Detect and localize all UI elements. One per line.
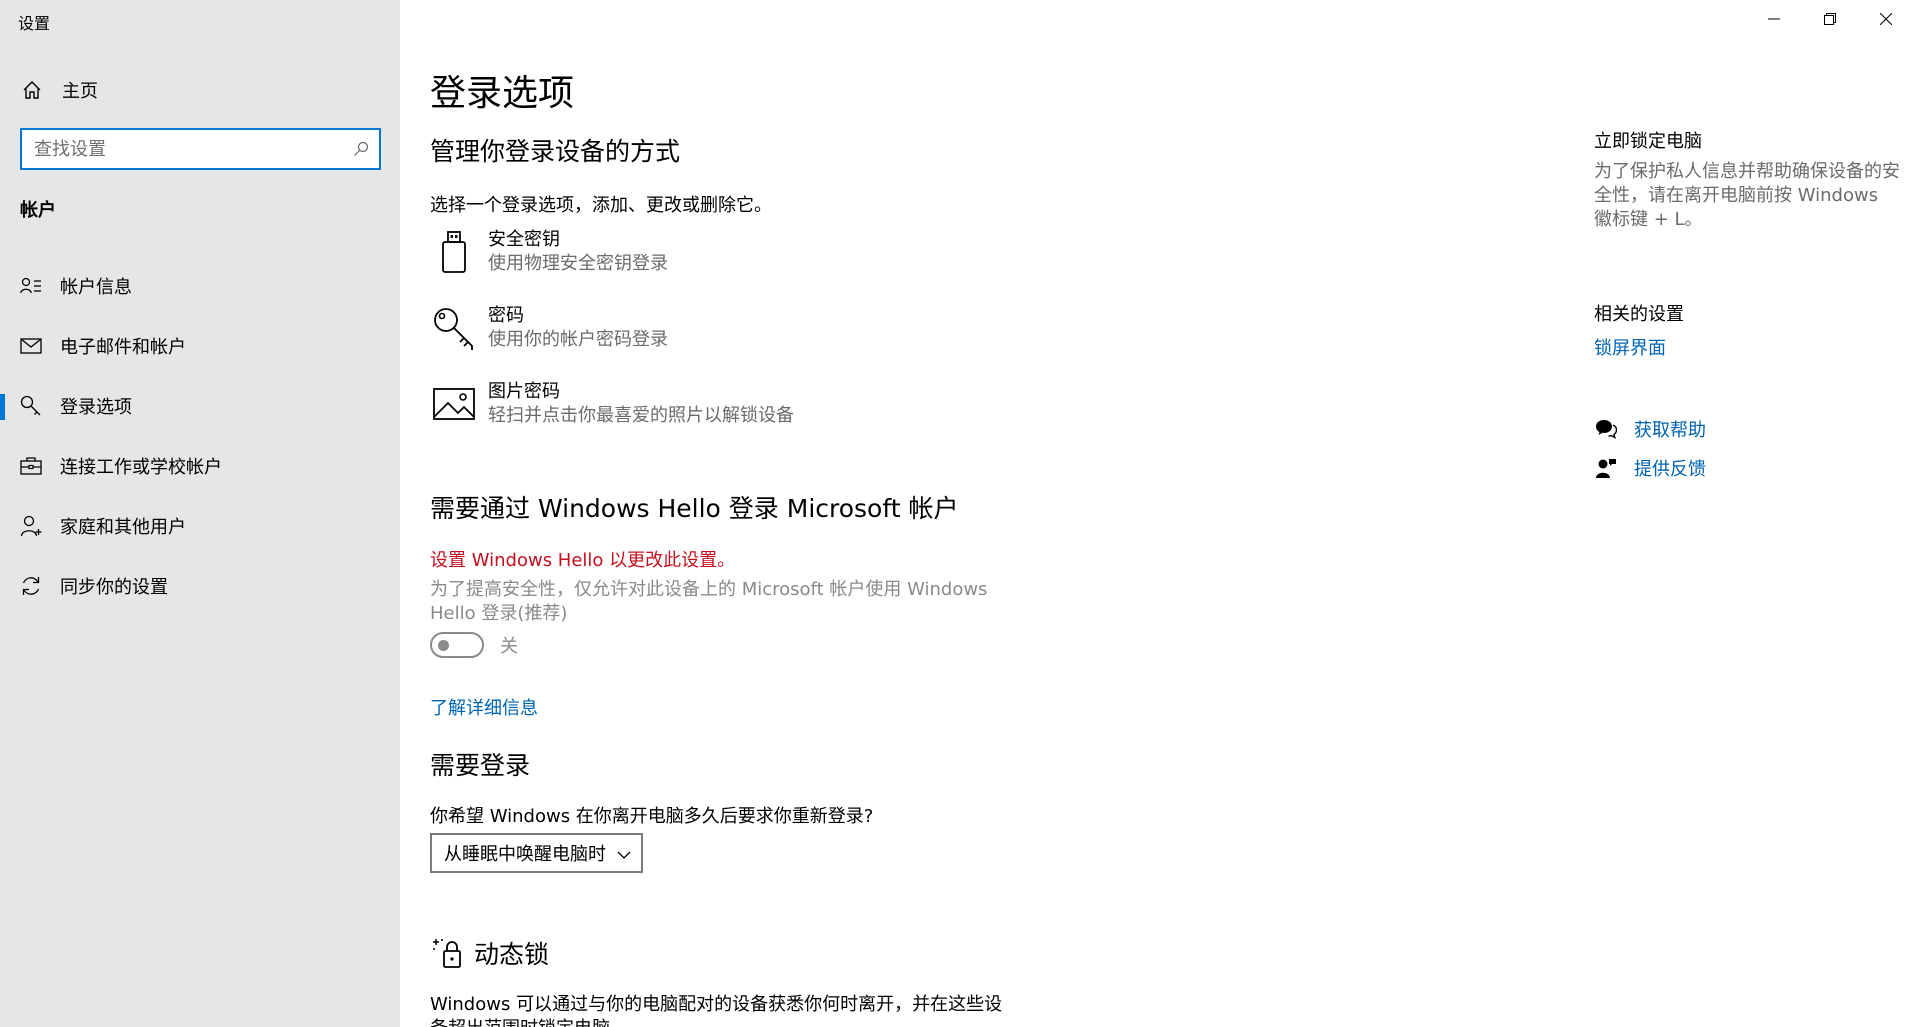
- option-description: 轻扫并点击你最喜爱的照片以解锁设备: [488, 405, 794, 426]
- learn-more-link[interactable]: 了解详细信息: [430, 694, 538, 720]
- minimize-button[interactable]: [1746, 0, 1802, 38]
- sidebar-item-work-school[interactable]: 连接工作或学校帐户: [0, 436, 400, 496]
- sync-icon: [20, 575, 42, 597]
- sidebar-item-sync-settings[interactable]: 同步你的设置: [0, 556, 400, 616]
- hello-toggle[interactable]: [430, 632, 484, 658]
- sidebar-item-label: 同步你的设置: [60, 577, 168, 598]
- option-title: 安全密钥: [488, 229, 560, 250]
- option-description: 使用你的帐户密码登录: [488, 329, 668, 350]
- section-title: 帐户: [20, 200, 56, 221]
- chevron-down-icon: [617, 843, 631, 864]
- get-help-label: 获取帮助: [1634, 420, 1706, 441]
- dropdown-value: 从睡眠中唤醒电脑时: [444, 844, 606, 865]
- feedback-icon: [1594, 456, 1618, 480]
- sidebar-item-label: 帐户信息: [60, 277, 132, 298]
- window-controls: [1746, 0, 1914, 38]
- hello-toggle-row: 关: [430, 632, 518, 658]
- close-button[interactable]: [1858, 0, 1914, 38]
- mail-icon: [20, 335, 42, 357]
- restore-button[interactable]: [1802, 0, 1858, 38]
- sidebar-item-email-accounts[interactable]: 电子邮件和帐户: [0, 316, 400, 376]
- lock-now-description: 为了保护私人信息并帮助确保设备的安全性，请在离开电脑前按 Windows 徽标键…: [1594, 161, 1900, 230]
- dynamic-lock-header: 动态锁: [430, 935, 549, 971]
- sidebar-item-label: 连接工作或学校帐户: [60, 457, 222, 478]
- lockscreen-link[interactable]: 锁屏界面: [1594, 334, 1666, 360]
- hello-description-line2: Hello 登录(推荐): [430, 603, 568, 624]
- manage-heading: 管理你登录设备的方式: [430, 137, 681, 166]
- key-icon: [20, 395, 42, 417]
- lock-now-heading: 立即锁定电脑: [1594, 131, 1702, 152]
- sidebar-item-label: 家庭和其他用户: [60, 517, 186, 538]
- search-input[interactable]: [22, 130, 343, 168]
- require-heading: 需要登录: [430, 751, 531, 780]
- option-security-key[interactable]: 安全密钥 使用物理安全密钥登录: [430, 228, 668, 276]
- hello-description-line1: 为了提高安全性，仅允许对此设备上的 Microsoft 帐户使用 Windows: [430, 579, 988, 600]
- home-label: 主页: [62, 81, 98, 102]
- app-title: 设置: [18, 14, 51, 33]
- get-help-link[interactable]: 获取帮助: [1594, 416, 1706, 442]
- require-signin-dropdown[interactable]: 从睡眠中唤醒电脑时: [430, 833, 643, 873]
- dynamic-lock-description-line2: 备超出范围时锁定电脑。: [430, 1014, 628, 1027]
- hello-warning: 设置 Windows Hello 以更改此设置。: [430, 550, 736, 571]
- sidebar-item-label: 登录选项: [60, 397, 132, 418]
- home-link[interactable]: 主页: [20, 78, 98, 102]
- close-icon: [1879, 10, 1893, 29]
- search-box[interactable]: [20, 128, 381, 170]
- page-title: 登录选项: [430, 73, 575, 114]
- give-feedback-link[interactable]: 提供反馈: [1594, 455, 1706, 481]
- person-add-icon: [20, 515, 42, 537]
- home-icon: [20, 78, 44, 102]
- restore-icon: [1824, 10, 1836, 29]
- picture-icon: [430, 380, 478, 428]
- option-title: 图片密码: [488, 381, 560, 402]
- dynamic-lock-description-line1: Windows 可以通过与你的电脑配对的设备获悉你何时离开，并在这些设: [430, 994, 1003, 1015]
- dynamic-lock-icon: [430, 935, 466, 971]
- hello-heading: 需要通过 Windows Hello 登录 Microsoft 帐户: [430, 494, 959, 523]
- person-info-icon: [20, 275, 42, 297]
- sidebar-nav: 帐户信息 电子邮件和帐户 登录选项 连接工作或学校帐户 家庭和其他用户 同步你的…: [0, 256, 400, 616]
- sidebar: 设置 主页 帐户 帐户信息 电子邮件和帐户 登录: [0, 0, 400, 1027]
- give-feedback-label: 提供反馈: [1634, 459, 1706, 480]
- sidebar-item-account-info[interactable]: 帐户信息: [0, 256, 400, 316]
- sidebar-item-label: 电子邮件和帐户: [60, 337, 186, 358]
- option-password[interactable]: 密码 使用你的帐户密码登录: [430, 304, 668, 352]
- sidebar-item-family-users[interactable]: 家庭和其他用户: [0, 496, 400, 556]
- option-picture-password[interactable]: 图片密码 轻扫并点击你最喜爱的照片以解锁设备: [430, 380, 794, 428]
- require-question: 你希望 Windows 在你离开电脑多久后要求你重新登录?: [430, 806, 874, 827]
- usb-key-icon: [430, 228, 478, 276]
- toggle-state-label: 关: [500, 636, 518, 657]
- search-icon[interactable]: [343, 130, 379, 168]
- manage-description: 选择一个登录选项，添加、更改或删除它。: [430, 195, 772, 216]
- briefcase-icon: [20, 455, 42, 477]
- minimize-icon: [1768, 10, 1780, 29]
- password-key-icon: [430, 304, 478, 352]
- sidebar-item-sign-in-options[interactable]: 登录选项: [0, 376, 400, 436]
- main-content: 登录选项 管理你登录设备的方式 选择一个登录选项，添加、更改或删除它。 安全密钥…: [430, 0, 1530, 1027]
- related-settings-heading: 相关的设置: [1594, 304, 1684, 325]
- dynamic-lock-heading: 动态锁: [474, 940, 550, 969]
- chat-help-icon: [1594, 417, 1618, 441]
- option-description: 使用物理安全密钥登录: [488, 253, 668, 274]
- option-title: 密码: [488, 305, 524, 326]
- toggle-knob: [438, 640, 449, 651]
